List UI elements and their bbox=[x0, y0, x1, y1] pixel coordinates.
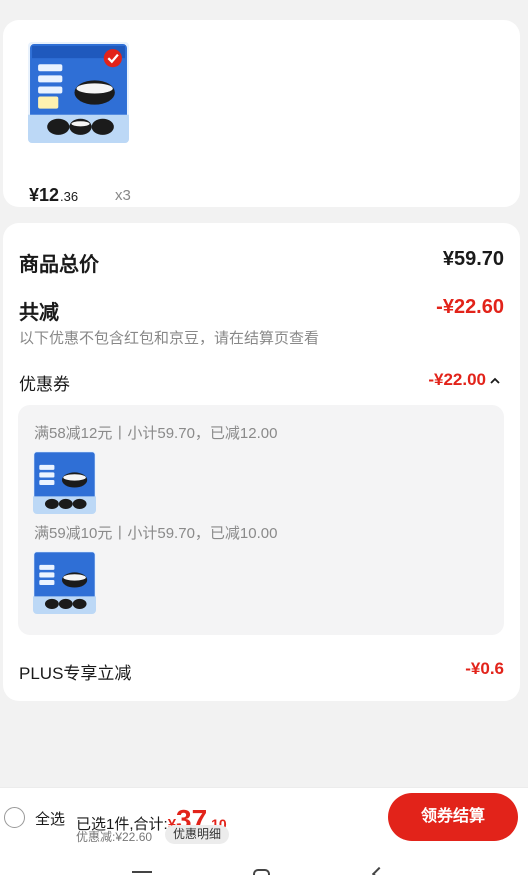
back-icon[interactable] bbox=[371, 866, 387, 875]
cookie-box-image bbox=[33, 551, 96, 614]
plus-label: PLUS专享立减 bbox=[19, 664, 132, 683]
price-summary-card: 商品总价 ¥59.70 共减 -¥22.60 以下优惠不包含红包和京豆，请在结算… bbox=[3, 223, 520, 701]
coupon-line-1: 满58减12元丨小计59.70，已减12.00 bbox=[34, 425, 278, 442]
select-all-label[interactable]: 全选 bbox=[35, 808, 65, 829]
plus-value: -¥0.6 bbox=[465, 659, 504, 678]
checkout-button[interactable]: 领券结算 bbox=[388, 793, 518, 841]
total-label: 商品总价 bbox=[19, 254, 99, 276]
checkout-bar: 全选 已选1件,合计:¥37.10 优惠减:¥22.60 优惠明细 领券结算 bbox=[0, 787, 528, 849]
cookie-box-image bbox=[33, 451, 96, 514]
coupon-detail-panel: 满58减12元丨小计59.70，已减12.00 满59减10元丨小计59.70，… bbox=[18, 405, 504, 635]
product-quantity: x3 bbox=[115, 187, 131, 204]
discount-detail-button[interactable]: 优惠明细 bbox=[165, 825, 230, 844]
product-image[interactable] bbox=[28, 42, 129, 143]
select-all-radio[interactable] bbox=[4, 807, 25, 828]
check-badge-icon bbox=[103, 49, 122, 68]
system-nav-bar bbox=[0, 849, 528, 875]
coupon-product-thumb-1 bbox=[33, 451, 96, 514]
coupon-value[interactable]: -¥22.00 bbox=[428, 370, 486, 390]
product-card: ¥12.36 x3 bbox=[3, 20, 520, 207]
coupon-product-thumb-2 bbox=[33, 551, 96, 614]
reduction-label: 共减 bbox=[19, 302, 59, 324]
reduction-value: -¥22.60 bbox=[436, 296, 504, 318]
coupon-label: 优惠券 bbox=[19, 375, 70, 394]
menu-icon[interactable] bbox=[132, 871, 152, 873]
price-decimal: .36 bbox=[60, 189, 79, 204]
product-price: ¥12.36 bbox=[29, 185, 78, 206]
chevron-up-icon[interactable] bbox=[488, 374, 502, 388]
total-value: ¥59.70 bbox=[442, 248, 504, 270]
price-symbol: ¥ bbox=[29, 185, 40, 205]
discount-summary: 优惠减:¥22.60 bbox=[76, 830, 153, 844]
home-icon[interactable] bbox=[253, 869, 270, 875]
price-integer: 12 bbox=[39, 185, 60, 205]
reduction-note: 以下优惠不包含红包和京豆，请在结算页查看 bbox=[19, 330, 320, 347]
cookie-box-image bbox=[28, 42, 129, 143]
coupon-line-2: 满59减10元丨小计59.70，已减10.00 bbox=[34, 525, 278, 542]
